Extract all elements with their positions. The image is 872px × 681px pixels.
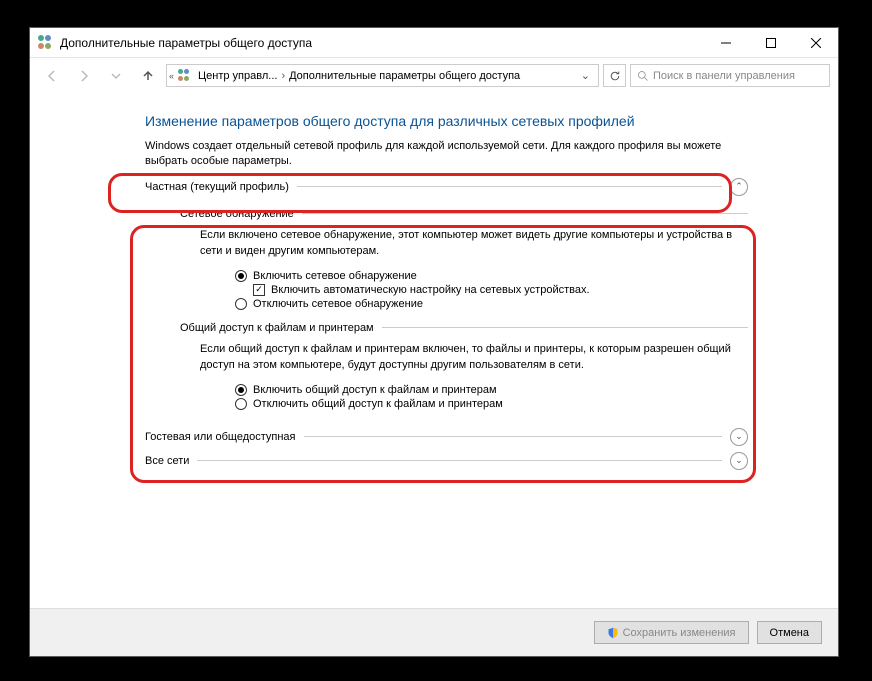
divider [197, 460, 722, 461]
radio-icon [235, 298, 247, 310]
cancel-button[interactable]: Отмена [757, 621, 822, 644]
search-input[interactable]: Поиск в панели управления [630, 64, 830, 87]
forward-button[interactable] [70, 62, 98, 90]
navbar: « Центр управл... › Дополнительные парам… [30, 58, 838, 93]
group-sharing-title: Общий доступ к файлам и принтерам [180, 322, 748, 334]
up-button[interactable] [134, 62, 162, 90]
discovery-desc: Если включено сетевое обнаружение, этот … [200, 228, 748, 260]
content: Изменение параметров общего доступа для … [30, 95, 838, 608]
breadcrumb-seg[interactable]: Центр управл... [198, 70, 277, 82]
radio-sharing-off[interactable]: Отключить общий доступ к файлам и принте… [235, 398, 748, 410]
radio-icon [235, 384, 247, 396]
profile-guest-title: Гостевая или общедоступная [145, 431, 296, 443]
refresh-button[interactable] [603, 64, 626, 87]
page-subtext: Windows создает отдельный сетевой профил… [145, 139, 748, 170]
divider [382, 327, 748, 328]
profile-private-title: Частная (текущий профиль) [145, 181, 289, 193]
maximize-button[interactable] [748, 28, 793, 57]
radio-discovery-on[interactable]: Включить сетевое обнаружение [235, 270, 748, 282]
profile-private-header[interactable]: Частная (текущий профиль) ⌃ [145, 178, 748, 196]
save-button[interactable]: Сохранить изменения [594, 621, 749, 644]
radio-discovery-off[interactable]: Отключить сетевое обнаружение [235, 298, 748, 310]
chevron-down-icon[interactable]: ⌄ [730, 452, 748, 470]
back-button[interactable] [38, 62, 66, 90]
breadcrumb-seg[interactable]: Дополнительные параметры общего доступа [289, 70, 520, 82]
radio-icon [235, 270, 247, 282]
divider [304, 436, 722, 437]
footer: Сохранить изменения Отмена [30, 608, 838, 656]
chevron-down-icon[interactable]: ⌄ [730, 428, 748, 446]
checkbox-icon: ✓ [253, 284, 265, 296]
search-icon [637, 70, 649, 82]
window-buttons [703, 28, 838, 57]
address-dropdown[interactable]: ⌄ [575, 69, 596, 82]
window-title: Дополнительные параметры общего доступа [60, 36, 703, 50]
sharing-desc: Если общий доступ к файлам и принтерам в… [200, 342, 748, 374]
search-placeholder: Поиск в панели управления [653, 70, 795, 82]
address-bar[interactable]: « Центр управл... › Дополнительные парам… [166, 64, 599, 87]
titlebar: Дополнительные параметры общего доступа [30, 28, 838, 58]
control-panel-icon [38, 35, 54, 51]
page-heading: Изменение параметров общего доступа для … [145, 113, 748, 129]
radio-sharing-on[interactable]: Включить общий доступ к файлам и принтер… [235, 384, 748, 396]
divider [297, 186, 722, 187]
shield-icon [607, 627, 619, 639]
minimize-button[interactable] [703, 28, 748, 57]
profile-guest-header[interactable]: Гостевая или общедоступная ⌄ [145, 428, 748, 446]
control-panel-icon [178, 69, 194, 83]
profile-all-title: Все сети [145, 455, 189, 467]
check-auto-setup[interactable]: ✓ Включить автоматическую настройку на с… [253, 284, 748, 296]
profile-all-header[interactable]: Все сети ⌄ [145, 452, 748, 470]
radio-icon [235, 398, 247, 410]
breadcrumb-sep: › [281, 70, 285, 82]
window: Дополнительные параметры общего доступа … [29, 27, 839, 657]
chevron-up-icon[interactable]: ⌃ [730, 178, 748, 196]
close-button[interactable] [793, 28, 838, 57]
divider [302, 213, 748, 214]
recent-dropdown[interactable] [102, 62, 130, 90]
group-discovery-title: Сетевое обнаружение [180, 208, 748, 220]
